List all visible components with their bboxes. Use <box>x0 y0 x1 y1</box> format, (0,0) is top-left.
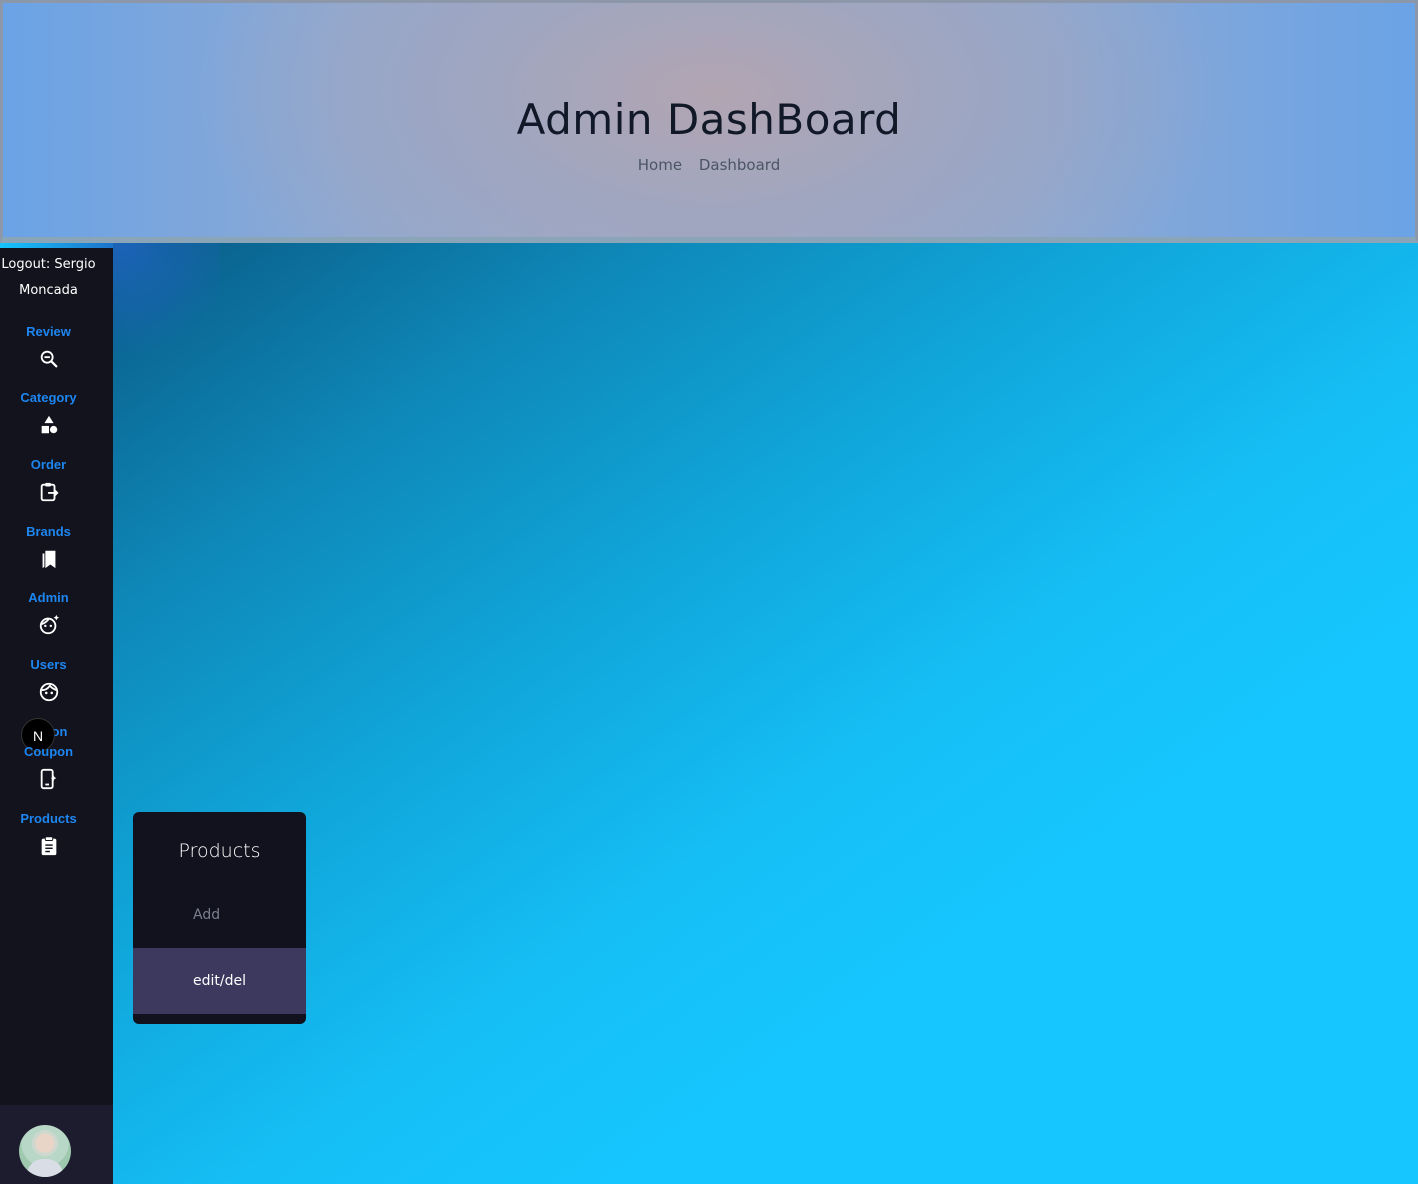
sidebar-item-products[interactable]: Products <box>0 811 97 857</box>
sidebar-item-label: Category <box>20 390 77 405</box>
sidebar: Logout: Sergio Moncada Review Category O… <box>0 248 113 1184</box>
breadcrumb-dashboard: Dashboard <box>698 156 781 174</box>
sidebar-item-admin[interactable]: Admin <box>0 590 97 636</box>
breadcrumb-home[interactable]: Home <box>638 156 682 174</box>
search-minus-icon <box>38 348 60 370</box>
sidebar-item-coupon[interactable]: Coupon <box>0 744 97 790</box>
sidebar-item-review[interactable]: Review <box>0 324 97 370</box>
clipboard-arrow-icon <box>38 481 60 503</box>
profile-strip <box>0 1105 113 1184</box>
products-popup: Products Add edit/del <box>133 812 306 1024</box>
logout-link[interactable]: Logout: Sergio Moncada <box>0 252 97 304</box>
main-content <box>113 243 1418 1184</box>
avatar[interactable] <box>19 1125 71 1177</box>
page-title: Admin DashBoard <box>516 95 902 144</box>
face-icon <box>38 681 60 703</box>
avatar-shirt <box>27 1159 63 1177</box>
sidebar-item-label: Products <box>20 811 77 826</box>
sidebar-item-label: Brands <box>26 524 71 539</box>
sidebar-item-label: Users <box>30 657 67 672</box>
sidebar-item-label: Order <box>30 457 67 472</box>
sidebar-item-category[interactable]: Category <box>0 390 97 436</box>
breadcrumb: Home Dashboard <box>3 156 1415 174</box>
shapes-icon <box>38 414 60 436</box>
sidebar-item-label: Review <box>26 324 71 339</box>
phone-sparkle-icon <box>38 768 60 790</box>
popup-item-edit-del[interactable]: edit/del <box>133 948 306 1014</box>
popup-item-add[interactable]: Add <box>133 882 306 948</box>
sidebar-item-users[interactable]: Users <box>0 657 97 703</box>
bookmarks-icon <box>38 548 60 570</box>
face-sparkle-icon <box>38 614 60 636</box>
sidebar-item-brands[interactable]: Brands <box>0 524 97 570</box>
sidebar-item-order[interactable]: Order <box>0 457 97 503</box>
popup-title: Products <box>178 840 261 862</box>
page-header: Admin DashBoard Home Dashboard <box>0 0 1418 243</box>
sidebar-item-label: Admin <box>28 590 69 605</box>
sidebar-item-label: Coupon <box>23 744 74 759</box>
clipboard-list-icon <box>38 835 60 857</box>
